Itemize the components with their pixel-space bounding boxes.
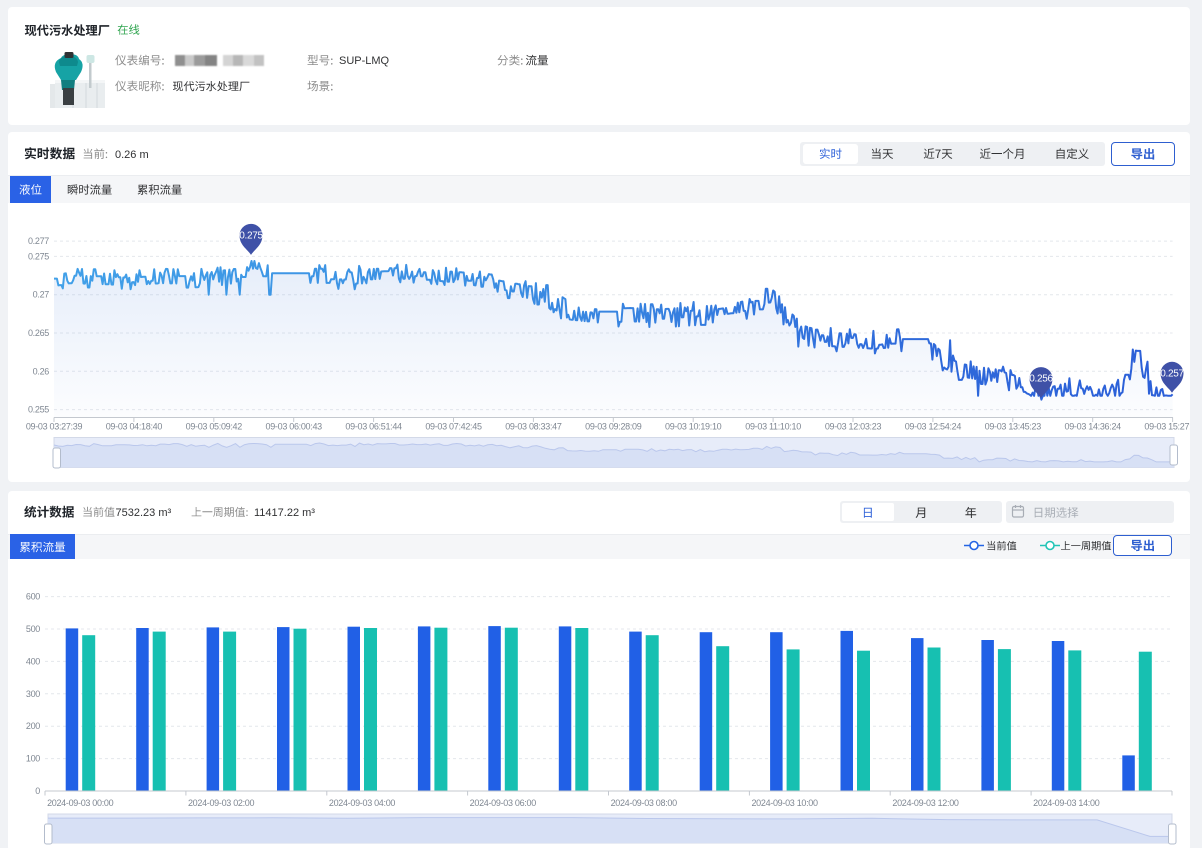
svg-text:2024-09-03 04:00: 2024-09-03 04:00 xyxy=(329,798,396,808)
svg-text:2024-09-03 14:00: 2024-09-03 14:00 xyxy=(1033,798,1100,808)
svg-text:0.27: 0.27 xyxy=(33,290,50,300)
svg-text:09-03 03:27:39: 09-03 03:27:39 xyxy=(26,422,83,432)
svg-text:09-03 14:36:24: 09-03 14:36:24 xyxy=(1065,422,1122,432)
svg-text:0.265: 0.265 xyxy=(28,328,49,338)
svg-text:09-03 08:33:47: 09-03 08:33:47 xyxy=(505,422,562,432)
svg-text:09-03 07:42:45: 09-03 07:42:45 xyxy=(425,422,482,432)
svg-text:0: 0 xyxy=(35,786,40,796)
svg-text:0.275: 0.275 xyxy=(239,230,263,241)
svg-text:2024-09-03 06:00: 2024-09-03 06:00 xyxy=(470,798,537,808)
svg-text:100: 100 xyxy=(26,754,40,764)
svg-text:2024-09-03 08:00: 2024-09-03 08:00 xyxy=(611,798,678,808)
svg-text:09-03 04:18:40: 09-03 04:18:40 xyxy=(106,422,163,432)
svg-text:2024-09-03 02:00: 2024-09-03 02:00 xyxy=(188,798,255,808)
svg-text:09-03 12:54:24: 09-03 12:54:24 xyxy=(905,422,962,432)
svg-text:2024-09-03 10:00: 2024-09-03 10:00 xyxy=(751,798,818,808)
svg-text:0.255: 0.255 xyxy=(28,405,49,415)
svg-text:500: 500 xyxy=(26,624,40,634)
svg-text:09-03 06:51:44: 09-03 06:51:44 xyxy=(345,422,402,432)
svg-text:09-03 09:28:09: 09-03 09:28:09 xyxy=(585,422,642,432)
svg-text:200: 200 xyxy=(26,721,40,731)
svg-text:09-03 12:03:23: 09-03 12:03:23 xyxy=(825,422,882,432)
svg-text:600: 600 xyxy=(26,592,40,602)
svg-text:2024-09-03 12:00: 2024-09-03 12:00 xyxy=(892,798,959,808)
svg-text:09-03 06:00:43: 09-03 06:00:43 xyxy=(266,422,323,432)
svg-text:0.277: 0.277 xyxy=(28,236,49,246)
svg-text:300: 300 xyxy=(26,689,40,699)
svg-text:0.256: 0.256 xyxy=(1029,374,1053,385)
svg-text:400: 400 xyxy=(26,656,40,666)
svg-text:09-03 11:10:10: 09-03 11:10:10 xyxy=(745,422,801,432)
svg-text:0.275: 0.275 xyxy=(28,251,49,261)
svg-text:0.26: 0.26 xyxy=(33,366,50,376)
svg-text:09-03 10:19:10: 09-03 10:19:10 xyxy=(665,422,722,432)
svg-text:09-03 05:09:42: 09-03 05:09:42 xyxy=(186,422,243,432)
svg-text:09-03 13:45:23: 09-03 13:45:23 xyxy=(985,422,1042,432)
svg-text:2024-09-03 00:00: 2024-09-03 00:00 xyxy=(47,798,114,808)
svg-text:0.257: 0.257 xyxy=(1160,368,1184,379)
